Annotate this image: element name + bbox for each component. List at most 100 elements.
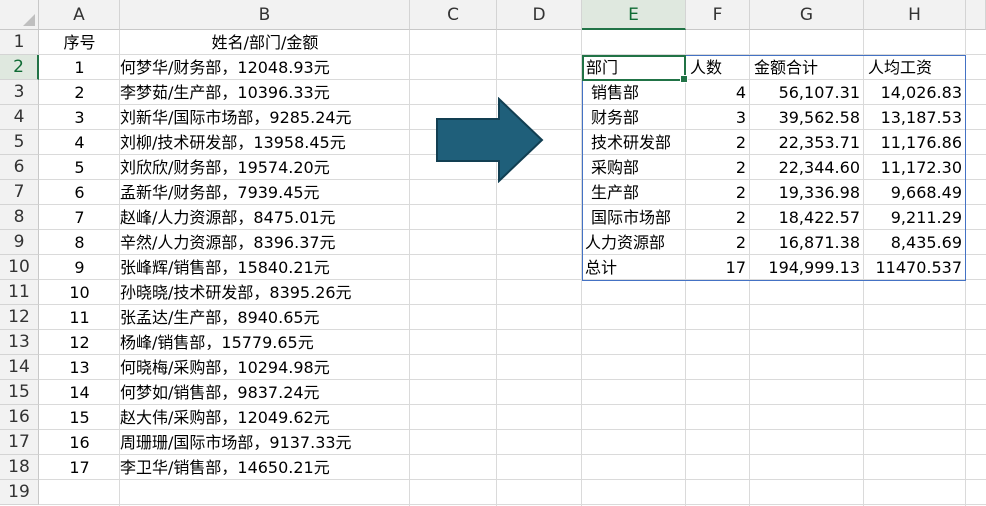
pivot-header-1[interactable]: 人数 [686, 55, 750, 80]
pivot-dept[interactable]: 国际市场部 [582, 205, 686, 230]
pivot-value[interactable]: 3 [686, 105, 750, 130]
column-header-A[interactable]: A [39, 0, 120, 30]
pivot-header-3[interactable]: 人均工资 [864, 55, 966, 80]
pivot-dept[interactable]: 财务部 [582, 105, 686, 130]
row-header-1[interactable]: 1 [0, 30, 39, 55]
cell-name-dept-amount[interactable]: 周珊珊/国际市场部，9137.33元 [120, 430, 420, 455]
pivot-dept[interactable]: 采购部 [582, 155, 686, 180]
cell-seq[interactable]: 16 [39, 430, 120, 455]
pivot-value[interactable]: 14,026.83 [864, 80, 966, 105]
cell-name-dept-amount[interactable]: 赵峰/人力资源部，8475.01元 [120, 205, 420, 230]
cell-name-dept-amount[interactable]: 杨峰/销售部，15779.65元 [120, 330, 420, 355]
row-header-14[interactable]: 14 [0, 355, 39, 380]
pivot-dept[interactable]: 人力资源部 [582, 230, 686, 255]
cell-name-dept-amount[interactable]: 刘新华/国际市场部，9285.24元 [120, 105, 420, 130]
row-header-16[interactable]: 16 [0, 405, 39, 430]
cell-B1-header-name[interactable]: 姓名/部门/金额 [120, 30, 410, 55]
pivot-header-2[interactable]: 金额合计 [750, 55, 864, 80]
cell-name-dept-amount[interactable]: 孟新华/财务部，7939.45元 [120, 180, 420, 205]
pivot-value[interactable]: 18,422.57 [750, 205, 864, 230]
cell-seq[interactable]: 15 [39, 405, 120, 430]
pivot-value[interactable]: 2 [686, 230, 750, 255]
cell-seq[interactable]: 10 [39, 280, 120, 305]
column-header-B[interactable]: B [120, 0, 410, 30]
row-header-2[interactable]: 2 [0, 55, 39, 80]
pivot-value[interactable]: 16,871.38 [750, 230, 864, 255]
row-header-10[interactable]: 10 [0, 255, 39, 280]
column-header-H[interactable]: H [864, 0, 966, 30]
pivot-value[interactable]: 9,211.29 [864, 205, 966, 230]
cell-seq[interactable]: 8 [39, 230, 120, 255]
pivot-value[interactable]: 56,107.31 [750, 80, 864, 105]
cell-name-dept-amount[interactable]: 赵大伟/采购部，12049.62元 [120, 405, 420, 430]
cell-seq[interactable]: 13 [39, 355, 120, 380]
cell-seq[interactable]: 1 [39, 55, 120, 80]
column-header-G[interactable]: G [750, 0, 864, 30]
pivot-value[interactable]: 8,435.69 [864, 230, 966, 255]
cell-name-dept-amount[interactable]: 孙晓晓/技术研发部，8395.26元 [120, 280, 420, 305]
cell-seq[interactable]: 5 [39, 155, 120, 180]
pivot-total-value[interactable]: 17 [686, 255, 750, 280]
row-header-5[interactable]: 5 [0, 130, 39, 155]
cell-A1-header-seq[interactable]: 序号 [39, 30, 120, 55]
pivot-value[interactable]: 22,344.60 [750, 155, 864, 180]
pivot-value[interactable]: 11,176.86 [864, 130, 966, 155]
cell-name-dept-amount[interactable]: 刘欣欣/财务部，19574.20元 [120, 155, 420, 180]
pivot-dept[interactable]: 销售部 [582, 80, 686, 105]
pivot-total-value[interactable]: 11470.537 [864, 255, 966, 280]
row-header-8[interactable]: 8 [0, 205, 39, 230]
pivot-value[interactable]: 4 [686, 80, 750, 105]
cell-seq[interactable]: 14 [39, 380, 120, 405]
column-header-F[interactable]: F [686, 0, 750, 30]
row-header-19[interactable]: 19 [0, 480, 39, 505]
cell-seq[interactable]: 6 [39, 180, 120, 205]
pivot-value[interactable]: 2 [686, 130, 750, 155]
cell-seq[interactable]: 4 [39, 130, 120, 155]
cell-name-dept-amount[interactable]: 刘柳/技术研发部，13958.45元 [120, 130, 420, 155]
row-header-17[interactable]: 17 [0, 430, 39, 455]
cell-seq[interactable]: 2 [39, 80, 120, 105]
column-header-C[interactable]: C [410, 0, 497, 30]
cell-seq[interactable]: 11 [39, 305, 120, 330]
row-header-15[interactable]: 15 [0, 380, 39, 405]
cell-seq[interactable]: 12 [39, 330, 120, 355]
row-header-12[interactable]: 12 [0, 305, 39, 330]
row-header-18[interactable]: 18 [0, 455, 39, 480]
pivot-value[interactable]: 2 [686, 180, 750, 205]
pivot-total-label[interactable]: 总计 [582, 255, 686, 280]
cell-name-dept-amount[interactable]: 李梦茹/生产部，10396.33元 [120, 80, 420, 105]
pivot-value[interactable]: 2 [686, 205, 750, 230]
row-header-11[interactable]: 11 [0, 280, 39, 305]
cell-name-dept-amount[interactable]: 何晓梅/采购部，10294.98元 [120, 355, 420, 380]
pivot-value[interactable]: 11,172.30 [864, 155, 966, 180]
pivot-value[interactable]: 39,562.58 [750, 105, 864, 130]
cell-seq[interactable]: 9 [39, 255, 120, 280]
pivot-total-value[interactable]: 194,999.13 [750, 255, 864, 280]
cell-name-dept-amount[interactable]: 张峰辉/销售部，15840.21元 [120, 255, 420, 280]
cell-seq[interactable]: 17 [39, 455, 120, 480]
column-header-extra[interactable] [966, 0, 986, 30]
row-header-13[interactable]: 13 [0, 330, 39, 355]
pivot-dept[interactable]: 生产部 [582, 180, 686, 205]
cell-name-dept-amount[interactable]: 何梦华/财务部，12048.93元 [120, 55, 420, 80]
cell-name-dept-amount[interactable]: 何梦如/销售部，9837.24元 [120, 380, 420, 405]
column-header-E[interactable]: E [582, 0, 686, 30]
cell-name-dept-amount[interactable]: 张孟达/生产部，8940.65元 [120, 305, 420, 330]
cell-name-dept-amount[interactable]: 辛然/人力资源部，8396.37元 [120, 230, 420, 255]
pivot-value[interactable]: 9,668.49 [864, 180, 966, 205]
pivot-value[interactable]: 13,187.53 [864, 105, 966, 130]
pivot-value[interactable]: 19,336.98 [750, 180, 864, 205]
row-header-7[interactable]: 7 [0, 180, 39, 205]
row-header-4[interactable]: 4 [0, 105, 39, 130]
cell-seq[interactable]: 3 [39, 105, 120, 130]
pivot-dept[interactable]: 技术研发部 [582, 130, 686, 155]
row-header-3[interactable]: 3 [0, 80, 39, 105]
select-all-corner[interactable] [0, 0, 39, 30]
pivot-value[interactable]: 2 [686, 155, 750, 180]
cell-name-dept-amount[interactable]: 李卫华/销售部，14650.21元 [120, 455, 420, 480]
row-header-6[interactable]: 6 [0, 155, 39, 180]
column-header-D[interactable]: D [497, 0, 582, 30]
active-cell-E2[interactable] [582, 55, 688, 83]
row-header-9[interactable]: 9 [0, 230, 39, 255]
pivot-value[interactable]: 22,353.71 [750, 130, 864, 155]
